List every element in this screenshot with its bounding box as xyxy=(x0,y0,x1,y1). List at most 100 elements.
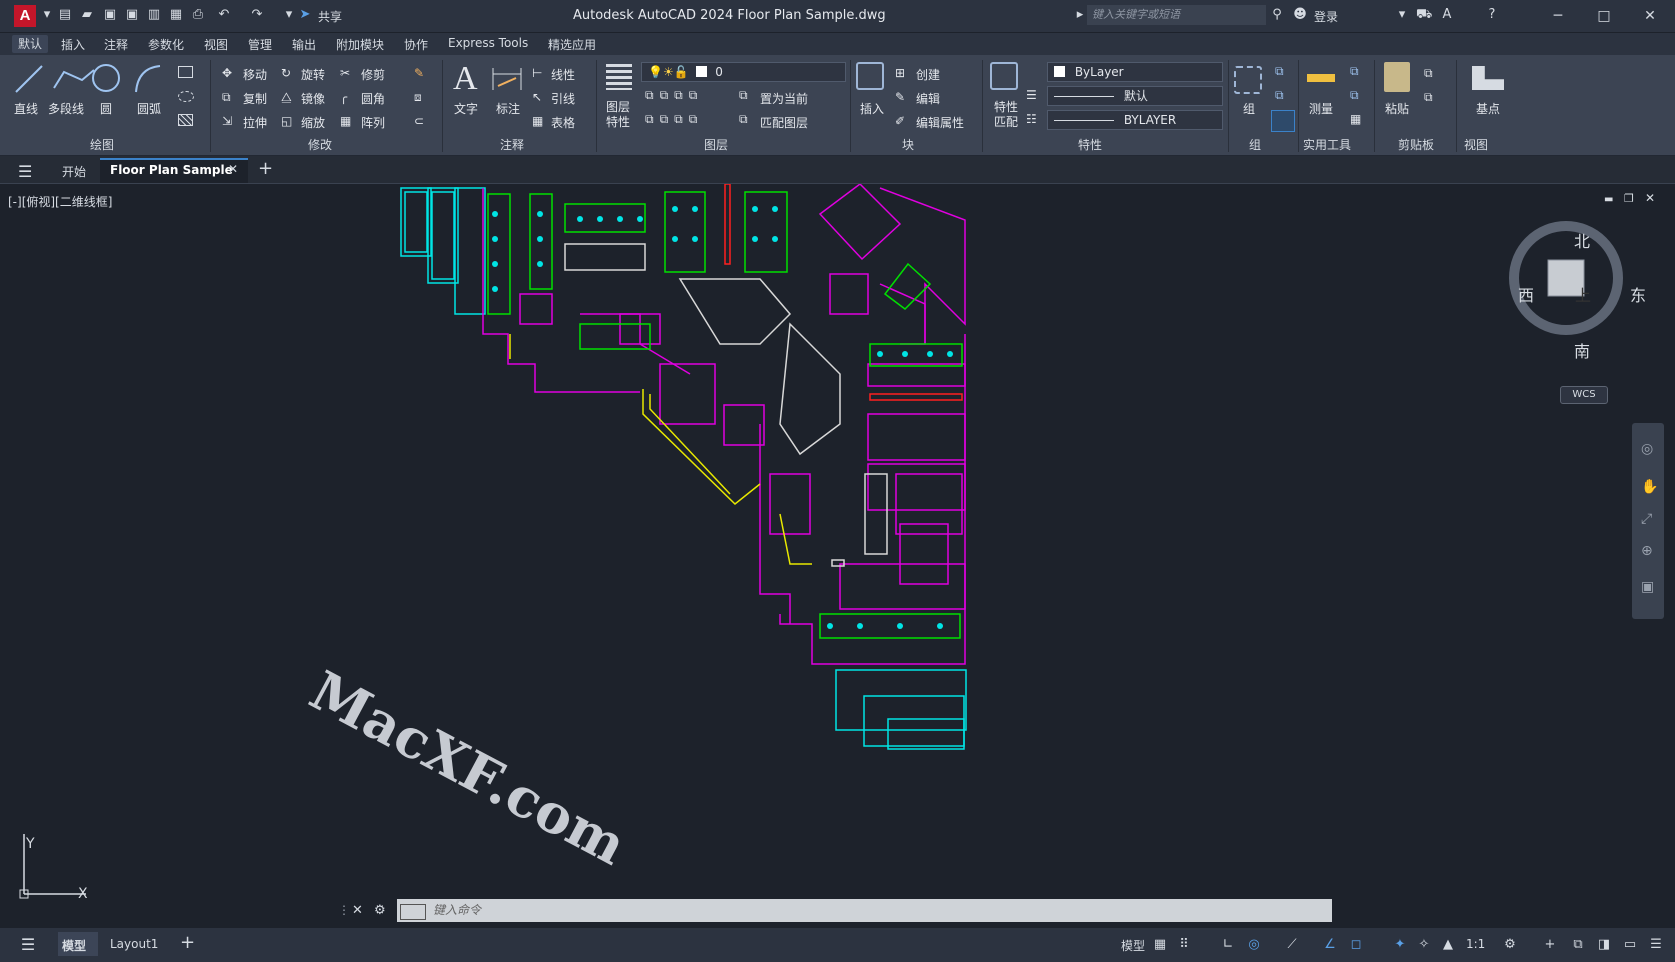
rectangle-icon[interactable] xyxy=(178,66,193,78)
compass-south[interactable]: 南 xyxy=(1574,338,1590,362)
steering-wheel-icon[interactable]: ◎ xyxy=(1641,441,1653,457)
share-icon[interactable]: ➤ xyxy=(298,8,312,22)
minimize-button[interactable]: ─ xyxy=(1548,6,1568,26)
properties-panel-title[interactable]: 特性 xyxy=(1078,136,1102,153)
dimension-button[interactable]: 标注 xyxy=(496,100,520,117)
zoom-extents-icon[interactable]: ⤢ xyxy=(1641,511,1652,527)
cut-icon[interactable]: ⧉ xyxy=(1424,90,1433,105)
ellipse-icon[interactable] xyxy=(178,91,194,102)
search-input[interactable]: 键入关键字或短语 xyxy=(1087,5,1266,25)
linetype-dropdown[interactable]: BYLAYER xyxy=(1047,110,1223,130)
copy-clip-icon[interactable]: ⧉ xyxy=(1424,66,1433,81)
orbit-icon[interactable]: ⊕ xyxy=(1641,543,1653,559)
match-layer-button[interactable]: 匹配图层 xyxy=(760,114,808,131)
compass-east[interactable]: 东 xyxy=(1630,282,1646,306)
polar-icon[interactable]: ◎ xyxy=(1246,937,1262,953)
help-icon[interactable]: ? xyxy=(1485,8,1499,22)
cart-icon[interactable]: ⛟ xyxy=(1416,8,1432,22)
open-folder-icon[interactable]: ▰ xyxy=(80,8,94,22)
isolate-objects-icon[interactable]: ⧉ xyxy=(1570,937,1586,953)
base-view-button[interactable]: 基点 xyxy=(1476,100,1500,117)
model-space-button[interactable]: 模型 xyxy=(1121,937,1145,954)
layer-dropdown[interactable]: 💡☀🔓 0 xyxy=(641,62,846,82)
user-icon[interactable]: ☻ xyxy=(1293,8,1307,22)
tab-parametric[interactable]: 参数化 xyxy=(148,36,184,53)
stretch-button[interactable]: 拉伸 xyxy=(243,114,267,131)
tab-manage[interactable]: 管理 xyxy=(248,36,272,53)
group-edit-icon[interactable]: ⧉ xyxy=(1275,88,1284,103)
edit-block-button[interactable]: 编辑 xyxy=(916,90,940,107)
select-all-icon[interactable]: ⧉ xyxy=(1350,88,1359,103)
search-icon[interactable]: ⚲ xyxy=(1270,8,1284,22)
insert-block-button[interactable]: 插入 xyxy=(860,100,884,117)
annotation-scale-icon[interactable]: ▲ xyxy=(1440,937,1456,953)
export-icon[interactable]: ▥ xyxy=(147,8,161,22)
erase-icon[interactable]: ✎ xyxy=(414,66,424,80)
annotation-panel-title[interactable]: 注释 xyxy=(500,136,524,153)
pan-hand-icon[interactable]: ✋ xyxy=(1641,479,1658,495)
create-block-button[interactable]: 创建 xyxy=(916,66,940,83)
layers-panel-title[interactable]: 图层 xyxy=(704,136,728,153)
grid-icon[interactable]: ▦ xyxy=(1152,937,1168,953)
annotation-monitor-icon[interactable]: + xyxy=(1542,937,1558,953)
move-button[interactable]: 移动 xyxy=(243,66,267,83)
chevron-down-icon[interactable]: ▾ xyxy=(282,8,296,22)
line-button[interactable]: 直线 xyxy=(14,100,38,117)
print-icon[interactable]: ⎙ xyxy=(191,8,205,22)
annotation-visibility-icon[interactable]: ✦ xyxy=(1392,937,1408,953)
offset-icon[interactable]: ⊂ xyxy=(414,114,424,128)
object-snap-icon[interactable]: ◻ xyxy=(1348,937,1364,953)
tab-annotate[interactable]: 注释 xyxy=(104,36,128,53)
groups-panel-title[interactable]: 组 xyxy=(1249,136,1261,153)
draw-panel-title[interactable]: 绘图 xyxy=(90,136,114,153)
set-current-button[interactable]: 置为当前 xyxy=(760,90,808,107)
array-button[interactable]: 阵列 xyxy=(361,114,385,131)
block-panel-title[interactable]: 块 xyxy=(902,136,914,153)
compass-west[interactable]: 西 xyxy=(1518,282,1534,306)
app-logo-button[interactable]: A xyxy=(14,5,36,27)
scale-button[interactable]: 缩放 xyxy=(301,114,325,131)
command-close-icon[interactable]: ✕ xyxy=(352,903,363,918)
ungroup-icon[interactable]: ⧉ xyxy=(1275,64,1284,79)
tab-express-tools[interactable]: Express Tools xyxy=(448,36,528,50)
close-tab-icon[interactable]: ✕ xyxy=(228,162,238,176)
layer-tools-row-2[interactable]: ⧉⧉⧉⧉ xyxy=(645,112,703,127)
color-dropdown[interactable]: ByLayer xyxy=(1047,62,1223,82)
add-layout-icon[interactable]: + xyxy=(180,932,195,953)
publish-icon[interactable]: ▦ xyxy=(169,8,183,22)
paste-button[interactable]: 粘贴 xyxy=(1385,100,1409,117)
caret-right-icon[interactable]: ▸ xyxy=(1073,8,1087,22)
explode-icon[interactable]: ⧈ xyxy=(414,90,422,105)
trim-button[interactable]: 修剪 xyxy=(361,66,385,83)
modify-panel-title[interactable]: 修改 xyxy=(308,136,332,153)
arc-button[interactable]: 圆弧 xyxy=(137,100,161,117)
command-prompt-icon[interactable] xyxy=(400,904,426,920)
quick-select-icon[interactable]: ⧉ xyxy=(1350,64,1359,79)
viewport-minimize-icon[interactable]: ▬ xyxy=(1604,194,1613,205)
close-button[interactable]: ✕ xyxy=(1640,6,1660,26)
new-file-icon[interactable]: ▤ xyxy=(58,8,72,22)
tab-collaborate[interactable]: 协作 xyxy=(404,36,428,53)
table-button[interactable]: 表格 xyxy=(551,114,575,131)
autodesk-a-icon[interactable]: A xyxy=(1440,8,1454,22)
polyline-button[interactable]: 多段线 xyxy=(48,100,84,117)
share-label[interactable]: 共享 xyxy=(318,8,342,25)
undo-icon[interactable]: ↶ xyxy=(217,8,231,22)
rotate-button[interactable]: 旋转 xyxy=(301,66,325,83)
snap-icon[interactable]: ⠿ xyxy=(1176,937,1192,953)
command-settings-icon[interactable]: ⚙ xyxy=(374,903,386,918)
viewport-controls-label[interactable]: [-][俯视][二维线框] xyxy=(8,193,112,210)
tab-default[interactable]: 默认 xyxy=(12,35,49,53)
copy-button[interactable]: 复制 xyxy=(243,90,267,107)
new-tab-icon[interactable]: + xyxy=(258,158,273,179)
leader-button[interactable]: 引线 xyxy=(551,90,575,107)
text-button[interactable]: 文字 xyxy=(454,100,478,117)
circle-button[interactable]: 圆 xyxy=(100,100,112,117)
mirror-button[interactable]: 镜像 xyxy=(301,90,325,107)
compass-north[interactable]: 北 xyxy=(1574,228,1590,252)
annotation-scale-value[interactable]: 1:1 xyxy=(1466,937,1485,951)
workspace-gear-icon[interactable]: ⚙ xyxy=(1502,937,1518,953)
menu-hamburger-icon[interactable]: ☰ xyxy=(18,162,32,181)
tab-layout1[interactable]: Layout1 xyxy=(110,937,158,951)
drawing-viewport[interactable]: 北 南 东 西 上 WCS ◎ ✋ ⤢ ⊕ ▣ ▬ ❐ ✕ Y X xyxy=(0,184,1675,928)
